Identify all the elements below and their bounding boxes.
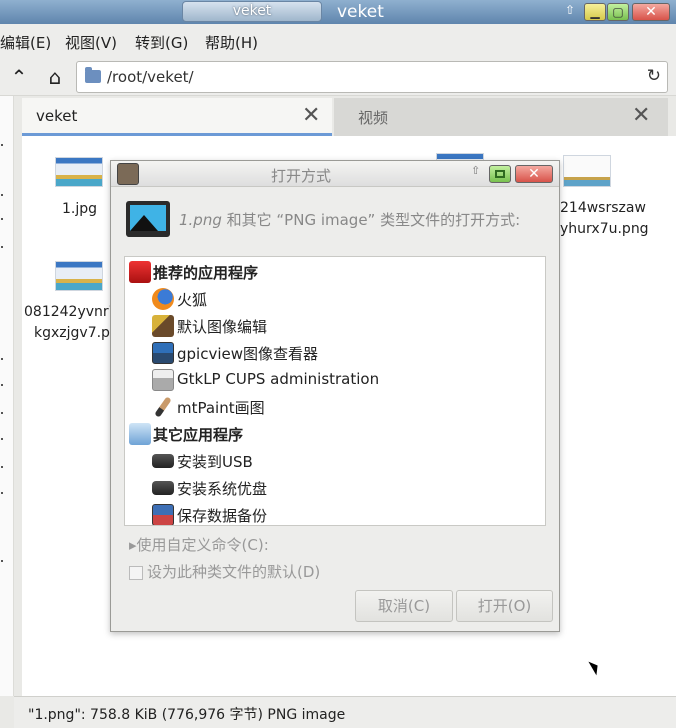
- reload-icon[interactable]: ↻: [647, 66, 661, 86]
- tab-video[interactable]: 视频 ✕: [334, 98, 668, 136]
- list-item[interactable]: 火狐: [125, 285, 545, 312]
- open-with-dialog: 打开方式 ⇧ ✕ 1.png 和其它 “PNG image” 类型文件的打开方式…: [110, 160, 560, 632]
- dialog-titlebar: 打开方式 ⇧ ✕: [111, 161, 559, 187]
- list-item-label: gpicview图像查看器: [177, 345, 318, 363]
- toolbar: ⌃ ⌂ /root/veket/ ↻: [0, 58, 676, 96]
- list-item-label: mtPaint画图: [177, 399, 265, 417]
- list-header-label: 推荐的应用程序: [153, 264, 259, 282]
- dialog-close-button[interactable]: ✕: [515, 165, 553, 183]
- set-default-checkbox-row[interactable]: 设为此种类文件的默认(D): [129, 561, 320, 582]
- list-item-label: 默认图像编辑: [177, 318, 268, 336]
- custom-command-label: 使用自定义命令(C):: [136, 536, 269, 554]
- location-path[interactable]: /root/veket/: [107, 68, 194, 86]
- menu-edit[interactable]: 编辑(E): [0, 32, 51, 53]
- other-apps-icon: [129, 423, 151, 445]
- file-name[interactable]: kgxzjgv7.p: [34, 325, 110, 341]
- side-pane: [0, 96, 14, 696]
- set-default-checkbox[interactable]: [129, 565, 143, 580]
- app-icon: [117, 163, 139, 185]
- list-item[interactable]: 默认图像编辑: [125, 312, 545, 339]
- firefox-icon: [152, 288, 174, 310]
- minimize-icon: ▁: [590, 5, 600, 19]
- pin-icon[interactable]: ⇧: [563, 3, 577, 19]
- close-icon[interactable]: ✕: [632, 105, 650, 127]
- tab-bar: veket ✕ 视频 ✕: [22, 98, 668, 136]
- file-name[interactable]: 214wsrszaw: [560, 200, 646, 216]
- home-icon[interactable]: ⌂: [42, 64, 68, 90]
- taskbar-tab[interactable]: veket: [182, 1, 322, 22]
- list-header-recommended: 推荐的应用程序: [125, 258, 545, 285]
- file-name[interactable]: yhurx7u.png: [560, 221, 649, 237]
- application-list[interactable]: 推荐的应用程序 火狐 默认图像编辑 gpicview图像查看器 GtkLP CU…: [124, 256, 546, 526]
- heading-filename: 1.png: [179, 211, 222, 229]
- list-header-label: 其它应用程序: [153, 426, 244, 444]
- maximize-icon: ▢: [612, 5, 624, 19]
- list-item[interactable]: 安装系统优盘: [125, 474, 545, 501]
- location-bar[interactable]: /root/veket/ ↻: [76, 61, 668, 93]
- tab-veket[interactable]: veket ✕: [22, 98, 332, 136]
- file-name[interactable]: 1.jpg: [62, 201, 97, 217]
- pin-icon[interactable]: ⇧: [471, 164, 480, 177]
- status-bar: "1.png": 758.8 KiB (776,976 字节) PNG imag…: [14, 696, 676, 728]
- dialog-heading: 1.png 和其它 “PNG image” 类型文件的打开方式:: [179, 209, 520, 230]
- file-name[interactable]: 081242yvnr7: [24, 304, 118, 320]
- list-item[interactable]: mtPaint画图: [125, 393, 545, 420]
- menubar: 编辑(E) 视图(V) 转到(G) 帮助(H): [0, 24, 676, 58]
- list-item[interactable]: 保存数据备份: [125, 501, 545, 525]
- folder-icon: [85, 67, 101, 83]
- list-item-label: 安装系统优盘: [177, 480, 268, 498]
- window-titlebar: veket veket ⇧ ▁ ▢ ✕: [0, 0, 676, 24]
- list-item[interactable]: 安装到USB: [125, 447, 545, 474]
- close-icon: ✕: [645, 4, 657, 20]
- heading-text: 和其它 “PNG image” 类型文件的打开方式:: [221, 211, 521, 229]
- minimize-button[interactable]: ▁: [584, 3, 606, 21]
- usb-icon: [152, 454, 174, 468]
- expander-arrow-icon: ▸: [129, 536, 137, 554]
- file-thumbnail[interactable]: [55, 157, 103, 187]
- set-default-label: 设为此种类文件的默认(D): [147, 563, 321, 581]
- file-thumbnail[interactable]: [563, 155, 611, 187]
- list-item[interactable]: gpicview图像查看器: [125, 339, 545, 366]
- image-editor-icon: [152, 315, 174, 337]
- dialog-title: 打开方式: [271, 167, 332, 185]
- status-text: "1.png": 758.8 KiB (776,976 字节) PNG imag…: [28, 707, 346, 723]
- maximize-icon: [495, 170, 505, 178]
- list-item-label: 安装到USB: [177, 453, 253, 471]
- menu-help[interactable]: 帮助(H): [205, 32, 258, 53]
- usb-icon: [152, 481, 174, 495]
- list-header-other: 其它应用程序: [125, 420, 545, 447]
- tab-label: 视频: [358, 109, 389, 127]
- list-item-label: 保存数据备份: [177, 507, 268, 525]
- list-item-label: 火狐: [177, 291, 208, 309]
- menu-view[interactable]: 视图(V): [65, 32, 117, 53]
- cancel-button[interactable]: 取消(C): [355, 590, 453, 622]
- list-item-label: GtkLP CUPS administration: [177, 370, 380, 388]
- up-arrow-icon[interactable]: ⌃: [6, 64, 32, 90]
- dialog-maximize-button[interactable]: [489, 165, 511, 183]
- recommended-icon: [129, 261, 151, 283]
- paintbrush-icon: [154, 396, 172, 418]
- window-title: veket: [337, 2, 384, 22]
- open-button[interactable]: 打开(O): [456, 590, 553, 622]
- menu-go[interactable]: 转到(G): [135, 32, 188, 53]
- custom-command-expander[interactable]: ▸使用自定义命令(C):: [129, 534, 269, 555]
- image-viewer-icon: [152, 342, 174, 364]
- close-icon[interactable]: ✕: [302, 105, 320, 127]
- printer-icon: [152, 369, 174, 391]
- list-item[interactable]: GtkLP CUPS administration: [125, 366, 545, 393]
- maximize-button[interactable]: ▢: [607, 3, 629, 21]
- backup-icon: [152, 504, 174, 525]
- tab-label: veket: [36, 107, 78, 125]
- file-thumbnail[interactable]: [55, 261, 103, 291]
- image-file-icon: [126, 201, 170, 237]
- close-button[interactable]: ✕: [632, 3, 670, 21]
